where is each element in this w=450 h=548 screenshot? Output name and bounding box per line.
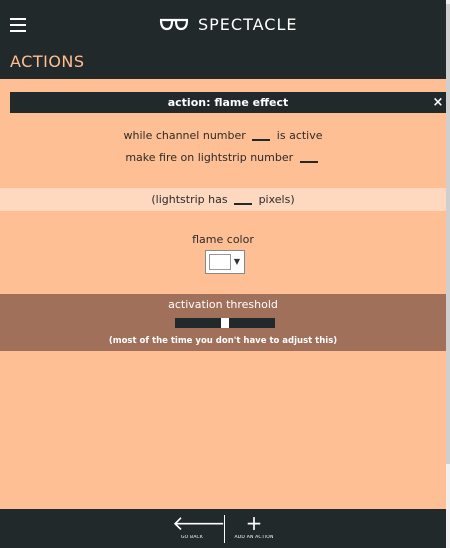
- close-icon[interactable]: ×: [430, 92, 446, 113]
- pixel-text-after: pixels): [258, 193, 295, 206]
- hamburger-menu-icon[interactable]: [10, 18, 26, 32]
- app-name: SPECTACLE: [198, 14, 298, 34]
- plus-icon: +: [245, 511, 263, 535]
- glasses-icon: [159, 18, 189, 31]
- lightstrip-text-before: make fire on lightstrip number: [125, 151, 294, 164]
- modal-title-bar: action: flame effect ×: [10, 92, 446, 113]
- section-title: ACTIONS: [10, 52, 85, 71]
- app-logo: SPECTACLE: [158, 12, 297, 36]
- flame-color-picker[interactable]: ▼: [205, 250, 245, 274]
- channel-line: while channel number is active: [0, 129, 446, 142]
- scrollbar-thumb[interactable]: [446, 4, 450, 464]
- slider-handle[interactable]: [221, 318, 229, 328]
- add-action-button[interactable]: + ADD AN ACTION: [234, 509, 274, 548]
- channel-text-before: while channel number: [123, 129, 246, 142]
- add-action-label: ADD AN ACTION: [234, 535, 274, 540]
- scrollbar[interactable]: [446, 0, 450, 548]
- chevron-down-icon: ▼: [233, 257, 240, 266]
- pixel-text-before: (lightstrip has: [151, 193, 228, 206]
- lightstrip-number-input[interactable]: [299, 151, 318, 163]
- modal-title: action: flame effect: [167, 96, 289, 109]
- nav-divider: [224, 515, 225, 543]
- bottom-nav: 🡐 GO BACK + ADD AN ACTION: [0, 509, 446, 548]
- channel-text-after: is active: [276, 129, 323, 142]
- top-bar: SPECTACLE ACTIONS: [0, 0, 446, 79]
- flame-color-label: flame color: [192, 233, 254, 246]
- threshold-label: activation threshold: [168, 298, 278, 311]
- color-swatch: [209, 254, 231, 270]
- lightstrip-line: make fire on lightstrip number: [0, 151, 446, 164]
- pixel-count-input[interactable]: [234, 193, 253, 205]
- go-back-button[interactable]: 🡐 GO BACK: [172, 509, 226, 548]
- threshold-note: (most of the time you don't have to adju…: [108, 336, 338, 346]
- app-window: SPECTACLE ACTIONS action: flame effect ×…: [0, 0, 446, 548]
- go-back-label: GO BACK: [180, 535, 204, 540]
- pixel-count-row: (lightstrip has pixels): [0, 188, 446, 211]
- channel-number-input[interactable]: [252, 129, 271, 141]
- arrow-left-icon: 🡐: [172, 511, 226, 535]
